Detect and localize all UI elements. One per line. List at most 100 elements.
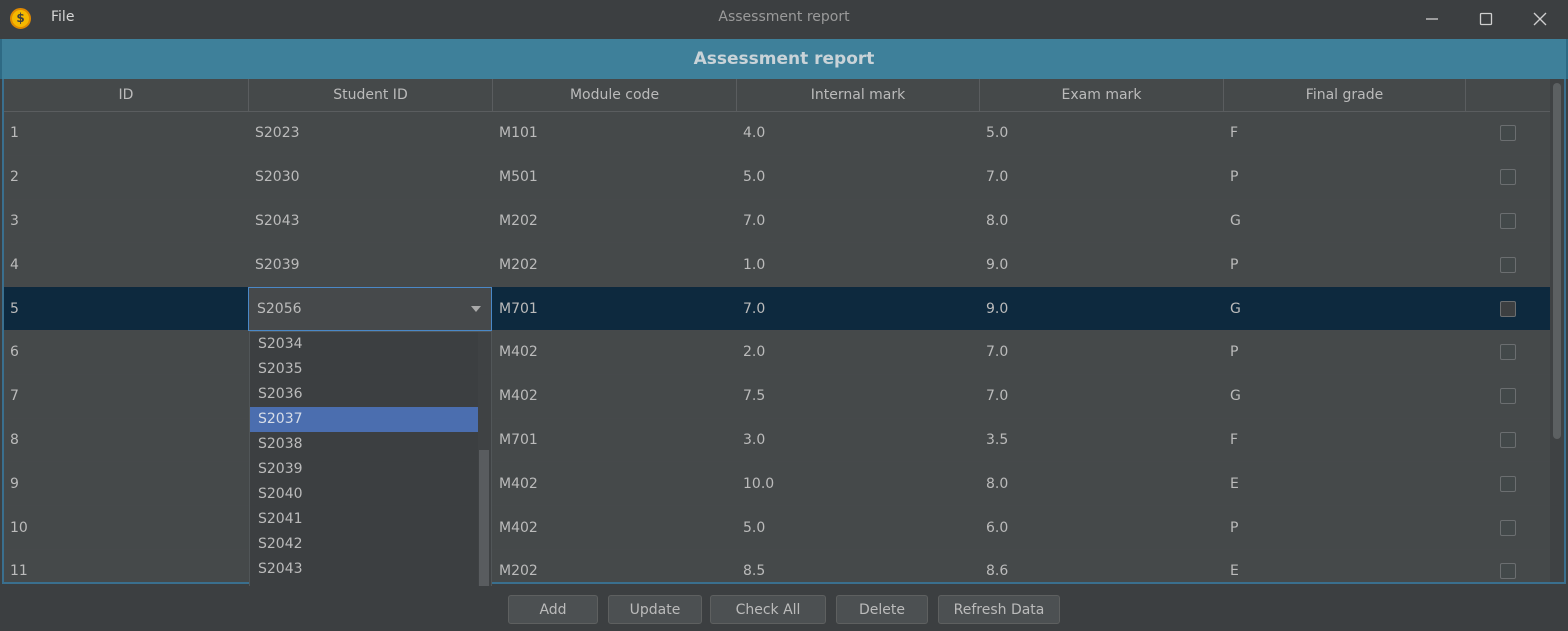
- cell-exam-mark[interactable]: 7.0: [980, 375, 1224, 418]
- check-all-button[interactable]: Check All: [710, 595, 826, 624]
- cell-final-grade[interactable]: F: [1224, 112, 1466, 155]
- cell-module-code[interactable]: M402: [493, 462, 737, 505]
- dropdown-option[interactable]: S2037: [250, 407, 480, 432]
- cell-exam-mark[interactable]: 9.0: [980, 287, 1224, 330]
- table-scrollbar-thumb[interactable]: [1553, 83, 1561, 439]
- cell-exam-mark[interactable]: 8.6: [980, 550, 1224, 582]
- cell-exam-mark[interactable]: 7.0: [980, 331, 1224, 374]
- cell-final-grade[interactable]: P: [1224, 243, 1466, 286]
- cell-exam-mark[interactable]: 9.0: [980, 243, 1224, 286]
- cell-final-grade[interactable]: G: [1224, 375, 1466, 418]
- cell-final-grade[interactable]: G: [1224, 200, 1466, 243]
- student-id-combobox[interactable]: S2056: [248, 287, 492, 331]
- table-row[interactable]: 6 M402 2.0 7.0 P: [4, 331, 1550, 375]
- cell-id[interactable]: 8: [4, 419, 249, 462]
- dropdown-option[interactable]: S2043: [250, 557, 480, 582]
- cell-exam-mark[interactable]: 8.0: [980, 462, 1224, 505]
- dropdown-option[interactable]: S2040: [250, 482, 480, 507]
- cell-module-code[interactable]: M202: [493, 550, 737, 582]
- dropdown-option[interactable]: S2038: [250, 432, 480, 457]
- cell-module-code[interactable]: M402: [493, 506, 737, 549]
- cell-id[interactable]: 1: [4, 112, 249, 155]
- cell-module-code[interactable]: M402: [493, 331, 737, 374]
- cell-id[interactable]: 5: [4, 287, 249, 330]
- table-row[interactable]: 8 M701 3.0 3.5 F: [4, 419, 1550, 463]
- cell-final-grade[interactable]: P: [1224, 331, 1466, 374]
- table-row[interactable]: 7 M402 7.5 7.0 G: [4, 375, 1550, 419]
- cell-id[interactable]: 6: [4, 331, 249, 374]
- row-checkbox[interactable]: [1500, 256, 1516, 273]
- dropdown-option[interactable]: S2041: [250, 507, 480, 532]
- table-row[interactable]: 5 S2056 M7017.09.0G: [4, 287, 1550, 331]
- cell-exam-mark[interactable]: 8.0: [980, 200, 1224, 243]
- cell-final-grade[interactable]: E: [1224, 462, 1466, 505]
- cell-final-grade[interactable]: P: [1224, 156, 1466, 199]
- cell-exam-mark[interactable]: 3.5: [980, 419, 1224, 462]
- cell-internal-mark[interactable]: 1.0: [737, 243, 980, 286]
- cell-module-code[interactable]: M101: [493, 112, 737, 155]
- cell-internal-mark[interactable]: 4.0: [737, 112, 980, 155]
- cell-module-code[interactable]: M402: [493, 375, 737, 418]
- column-header-select[interactable]: [1466, 79, 1550, 112]
- cell-exam-mark[interactable]: 6.0: [980, 506, 1224, 549]
- cell-module-code[interactable]: M202: [493, 200, 737, 243]
- cell-module-code[interactable]: M202: [493, 243, 737, 286]
- cell-internal-mark[interactable]: 3.0: [737, 419, 980, 462]
- column-header-module-code[interactable]: Module code: [493, 79, 737, 112]
- cell-final-grade[interactable]: F: [1224, 419, 1466, 462]
- cell-exam-mark[interactable]: 5.0: [980, 112, 1224, 155]
- table-row[interactable]: 1 S2023 M101 4.0 5.0 F: [4, 112, 1550, 156]
- cell-id[interactable]: 4: [4, 243, 249, 286]
- dropdown-option[interactable]: S2042: [250, 532, 480, 557]
- refresh-data-button[interactable]: Refresh Data: [938, 595, 1060, 624]
- cell-id[interactable]: 9: [4, 462, 249, 505]
- table-row[interactable]: 9 M402 10.0 8.0 E: [4, 462, 1550, 507]
- cell-id[interactable]: 7: [4, 375, 249, 418]
- table-row[interactable]: 4 S2039 M202 1.0 9.0 P: [4, 243, 1550, 288]
- cell-internal-mark[interactable]: 7.0: [737, 200, 980, 243]
- cell-id[interactable]: 3: [4, 200, 249, 243]
- dropdown-option[interactable]: S2034: [250, 332, 480, 357]
- cell-internal-mark[interactable]: 5.0: [737, 506, 980, 549]
- table-row[interactable]: 2 S2030 M501 5.0 7.0 P: [4, 156, 1550, 200]
- cell-internal-mark[interactable]: 8.5: [737, 550, 980, 582]
- dropdown-option[interactable]: S2035: [250, 357, 480, 382]
- cell-internal-mark[interactable]: 5.0: [737, 156, 980, 199]
- close-button[interactable]: [1512, 0, 1568, 38]
- cell-id[interactable]: 2: [4, 156, 249, 199]
- cell-student-id[interactable]: S2030: [249, 156, 493, 199]
- maximize-button[interactable]: [1458, 0, 1514, 38]
- cell-internal-mark[interactable]: 2.0: [737, 331, 980, 374]
- cell-student-id[interactable]: S2023: [249, 112, 493, 155]
- cell-id[interactable]: 11: [4, 550, 249, 582]
- row-checkbox[interactable]: [1500, 563, 1516, 580]
- table-row[interactable]: 11 M202 8.5 8.6 E: [4, 550, 1550, 582]
- cell-module-code[interactable]: M701: [493, 287, 737, 330]
- delete-button[interactable]: Delete: [836, 595, 928, 624]
- column-header-final-grade[interactable]: Final grade: [1224, 79, 1466, 112]
- cell-student-id[interactable]: S2043: [249, 200, 493, 243]
- minimize-button[interactable]: [1404, 0, 1460, 38]
- row-checkbox[interactable]: [1500, 388, 1516, 405]
- cell-final-grade[interactable]: E: [1224, 550, 1466, 582]
- cell-internal-mark[interactable]: 10.0: [737, 462, 980, 505]
- cell-exam-mark[interactable]: 7.0: [980, 156, 1224, 199]
- cell-final-grade[interactable]: G: [1224, 287, 1466, 330]
- row-checkbox[interactable]: [1500, 212, 1516, 229]
- cell-student-id[interactable]: S2039: [249, 243, 493, 286]
- cell-module-code[interactable]: M501: [493, 156, 737, 199]
- row-checkbox[interactable]: [1500, 300, 1516, 317]
- cell-internal-mark[interactable]: 7.0: [737, 287, 980, 330]
- row-checkbox[interactable]: [1500, 344, 1516, 361]
- dropdown-scrollbar-thumb[interactable]: [479, 450, 489, 592]
- cell-module-code[interactable]: M701: [493, 419, 737, 462]
- table-row[interactable]: 3 S2043 M202 7.0 8.0 G: [4, 200, 1550, 244]
- add-button[interactable]: Add: [508, 595, 598, 624]
- dropdown-option[interactable]: S2036: [250, 382, 480, 407]
- column-header-student-id[interactable]: Student ID: [249, 79, 493, 112]
- row-checkbox[interactable]: [1500, 519, 1516, 536]
- cell-internal-mark[interactable]: 7.5: [737, 375, 980, 418]
- row-checkbox[interactable]: [1500, 475, 1516, 492]
- cell-id[interactable]: 10: [4, 506, 249, 549]
- update-button[interactable]: Update: [608, 595, 702, 624]
